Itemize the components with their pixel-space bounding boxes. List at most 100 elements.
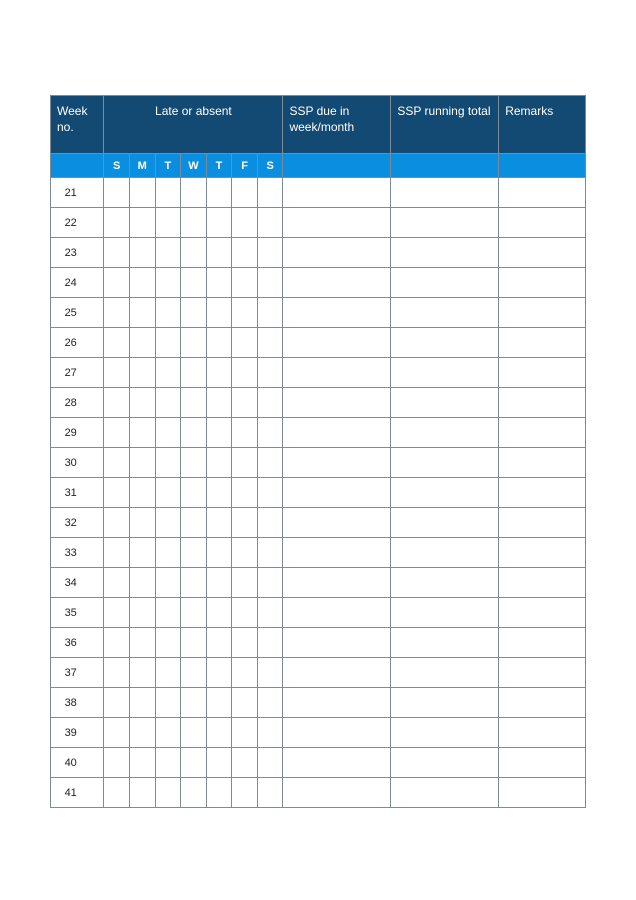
ssp-running-cell — [391, 298, 499, 328]
day-cell — [104, 268, 130, 298]
table-row: 21 — [51, 178, 586, 208]
day-cell — [206, 238, 232, 268]
day-header-blank — [283, 154, 391, 178]
day-cell — [257, 748, 283, 778]
day-cell — [232, 718, 258, 748]
table-row: 27 — [51, 358, 586, 388]
day-cell — [181, 298, 207, 328]
day-cell — [181, 388, 207, 418]
week-no-cell: 27 — [51, 358, 104, 388]
day-cell — [181, 208, 207, 238]
table-row: 36 — [51, 628, 586, 658]
ssp-due-cell — [283, 418, 391, 448]
day-cell — [155, 388, 181, 418]
day-cell — [232, 508, 258, 538]
day-cell — [129, 688, 155, 718]
week-no-cell: 28 — [51, 388, 104, 418]
day-cell — [257, 298, 283, 328]
table-row: 33 — [51, 538, 586, 568]
day-cell — [206, 688, 232, 718]
remarks-cell — [499, 568, 586, 598]
day-header-fri: F — [232, 154, 258, 178]
day-cell — [155, 298, 181, 328]
day-cell — [129, 298, 155, 328]
table-row: 22 — [51, 208, 586, 238]
day-cell — [257, 478, 283, 508]
day-cell — [257, 388, 283, 418]
week-no-cell: 26 — [51, 328, 104, 358]
table-row: 35 — [51, 598, 586, 628]
week-no-cell: 21 — [51, 178, 104, 208]
day-cell — [206, 658, 232, 688]
day-header-sat: S — [257, 154, 283, 178]
day-cell — [257, 568, 283, 598]
day-cell — [206, 628, 232, 658]
table-row: 41 — [51, 778, 586, 808]
col-header-week-no: Week no. — [51, 96, 104, 154]
day-cell — [181, 328, 207, 358]
week-no-cell: 35 — [51, 598, 104, 628]
ssp-running-cell — [391, 778, 499, 808]
ssp-due-cell — [283, 328, 391, 358]
day-cell — [155, 328, 181, 358]
day-header-mon: M — [129, 154, 155, 178]
day-header-sun: S — [104, 154, 130, 178]
header-row-1: Week no. Late or absent SSP due in week/… — [51, 96, 586, 154]
day-cell — [129, 748, 155, 778]
day-cell — [206, 508, 232, 538]
day-cell — [181, 718, 207, 748]
day-cell — [129, 658, 155, 688]
table-row: 32 — [51, 508, 586, 538]
day-cell — [104, 358, 130, 388]
day-cell — [232, 598, 258, 628]
day-cell — [206, 718, 232, 748]
day-header-blank — [51, 154, 104, 178]
ssp-running-cell — [391, 658, 499, 688]
day-cell — [232, 688, 258, 718]
day-cell — [206, 298, 232, 328]
day-cell — [206, 478, 232, 508]
ssp-running-cell — [391, 598, 499, 628]
day-cell — [206, 328, 232, 358]
col-header-remarks: Remarks — [499, 96, 586, 154]
ssp-due-cell — [283, 658, 391, 688]
day-cell — [129, 508, 155, 538]
remarks-cell — [499, 598, 586, 628]
remarks-cell — [499, 538, 586, 568]
table-row: 40 — [51, 748, 586, 778]
day-cell — [155, 538, 181, 568]
week-no-cell: 32 — [51, 508, 104, 538]
day-cell — [155, 778, 181, 808]
day-cell — [206, 388, 232, 418]
day-cell — [232, 298, 258, 328]
day-cell — [232, 568, 258, 598]
day-cell — [206, 598, 232, 628]
day-cell — [206, 418, 232, 448]
ssp-running-cell — [391, 178, 499, 208]
day-cell — [181, 778, 207, 808]
week-no-cell: 34 — [51, 568, 104, 598]
table-body: 2122232425262728293031323334353637383940… — [51, 178, 586, 808]
day-cell — [155, 718, 181, 748]
day-cell — [129, 598, 155, 628]
week-no-cell: 33 — [51, 538, 104, 568]
day-cell — [232, 538, 258, 568]
day-cell — [104, 718, 130, 748]
day-cell — [104, 568, 130, 598]
day-cell — [155, 748, 181, 778]
remarks-cell — [499, 358, 586, 388]
remarks-cell — [499, 748, 586, 778]
ssp-due-cell — [283, 478, 391, 508]
day-cell — [181, 268, 207, 298]
day-cell — [129, 418, 155, 448]
remarks-cell — [499, 178, 586, 208]
day-cell — [155, 478, 181, 508]
day-cell — [155, 568, 181, 598]
ssp-due-cell — [283, 598, 391, 628]
remarks-cell — [499, 448, 586, 478]
ssp-running-cell — [391, 448, 499, 478]
ssp-due-cell — [283, 178, 391, 208]
day-cell — [206, 538, 232, 568]
day-cell — [257, 778, 283, 808]
ssp-due-cell — [283, 268, 391, 298]
